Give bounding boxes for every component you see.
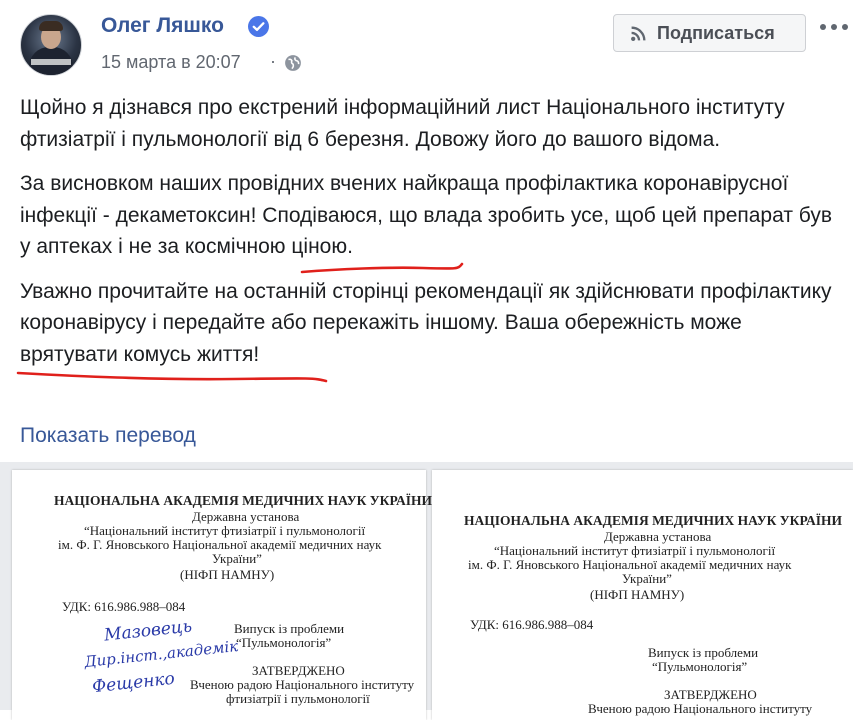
rss-icon: [631, 26, 646, 41]
paragraph-3-start: Уважно прочитайте на останній сторінці р…: [20, 279, 701, 303]
post-header: Олег Ляшко 15 марта в 20:07 · Подписатьс…: [0, 0, 853, 90]
more-dots-icon[interactable]: [818, 22, 850, 32]
signature-line-3: Фещенко: [91, 668, 176, 698]
doc-issue-1: Випуск із проблеми: [234, 621, 345, 636]
highlighted-drug-name: декаметоксин: [115, 203, 251, 227]
doc-approved: ЗАТВЕРДЖЕНО: [252, 663, 345, 678]
doc-type: Державна установа: [192, 509, 300, 524]
post-timestamp[interactable]: 15 марта в 20:07: [101, 52, 241, 73]
doc-udk: УДК: 616.986.988–084: [62, 599, 186, 614]
document-page-2[interactable]: НАЦІОНАЛЬНА АКАДЕМІЯ МЕДИЧНИХ НАУК УКРАЇ…: [432, 470, 853, 720]
doc-academy: НАЦІОНАЛЬНА АКАДЕМІЯ МЕДИЧНИХ НАУК УКРАЇ…: [54, 493, 432, 508]
verified-badge-icon: [248, 16, 269, 37]
doc2-type: Державна установа: [604, 529, 712, 544]
doc-issue-2: “Пульмонологія”: [236, 635, 332, 650]
post-text: Щойно я дізнався про екстрений інформаці…: [20, 92, 835, 383]
doc2-issue-2: “Пульмонологія”: [652, 659, 748, 674]
paragraph-2: За висновком наших провідних вчених найк…: [20, 168, 835, 263]
doc-abbr: (НІФП НАМНУ): [180, 567, 275, 582]
handwritten-signature: Мазовець Дир.інст.,академік Фещенко: [82, 615, 239, 715]
avatar-hair: [39, 21, 63, 31]
doc-institute-1: “Національний інститут фтизіатрії і пуль…: [84, 523, 366, 538]
doc2-institute-3: України”: [622, 571, 672, 586]
doc2-institute-1: “Національний інститут фтизіатрії і пуль…: [494, 543, 776, 558]
document-page-1[interactable]: НАЦІОНАЛЬНА АКАДЕМІЯ МЕДИЧНИХ НАУК УКРАЇ…: [12, 470, 432, 720]
see-translation-link[interactable]: Показать перевод: [20, 424, 196, 448]
doc2-approved: ЗАТВЕРДЖЕНО: [664, 687, 757, 702]
globe-icon[interactable]: [284, 54, 302, 72]
doc2-council-1: Вченою радою Національного інституту: [588, 701, 813, 716]
doc-council-1: Вченою радою Національного інституту: [190, 677, 415, 692]
doc2-issue-1: Випуск із проблеми: [648, 645, 759, 660]
doc2-udk: УДК: 616.986.988–084: [470, 617, 594, 632]
doc-council-2: фтизіатрії і пульмонології: [226, 691, 370, 706]
doc2-institute-2: ім. Ф. Г. Яновського Національної академ…: [468, 557, 792, 572]
author-avatar[interactable]: [20, 14, 82, 76]
attached-photos[interactable]: НАЦІОНАЛЬНА АКАДЕМІЯ МЕДИЧНИХ НАУК УКРАЇ…: [0, 462, 853, 720]
subscribe-label: Подписаться: [657, 23, 775, 43]
meta-separator: ·: [270, 51, 276, 71]
author-name[interactable]: Олег Ляшко: [101, 14, 224, 38]
doc-institute-3: України”: [212, 551, 262, 566]
subscribe-button[interactable]: Подписаться: [613, 14, 806, 52]
doc2-academy: НАЦІОНАЛЬНА АКАДЕМІЯ МЕДИЧНИХ НАУК УКРАЇ…: [464, 513, 842, 528]
paragraph-1: Щойно я дізнався про екстрений інформаці…: [20, 96, 785, 151]
doc-institute-2: ім. Ф. Г. Яновського Національної академ…: [58, 537, 382, 552]
paragraph-3: Уважно прочитайте на останній сторінці р…: [20, 276, 835, 371]
avatar-caption-strip: [31, 59, 71, 65]
doc2-abbr: (НІФП НАМНУ): [590, 587, 685, 602]
signature-line-1: Мазовець: [103, 616, 193, 646]
